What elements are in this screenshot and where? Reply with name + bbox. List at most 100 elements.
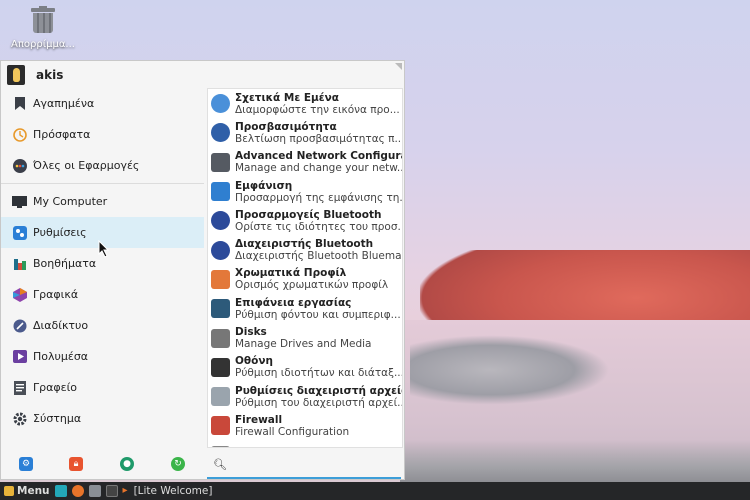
- app-item[interactable]: Επιφάνεια εργασίας Ρύθμιση φόντου και συμ…: [208, 294, 402, 323]
- app-title: Σχετικά Με Εμένα: [235, 91, 339, 104]
- app-item[interactable]: Disks Manage Drives and Media: [208, 323, 402, 352]
- quick-actions: ⚙ 🔒︎ ● ↻: [1, 453, 206, 477]
- show-desktop-icon[interactable]: [54, 485, 67, 497]
- app-description: Firewall Configuration: [235, 425, 350, 438]
- terminal-icon[interactable]: [105, 485, 118, 497]
- bluetooth-icon: [211, 211, 230, 231]
- app-item[interactable]: Advanced Network Configurati...Manage an…: [208, 148, 402, 177]
- desktop-trash[interactable]: Απορρίμμα...: [8, 6, 78, 50]
- monitor-icon: [12, 194, 27, 209]
- network-icon: [211, 152, 230, 172]
- search-icon: 🔍︎: [213, 457, 227, 471]
- category-divider: [1, 183, 204, 184]
- category-list: Αγαπημένα Πρόσφατα Όλες οι Εφαρμογές My …: [1, 88, 204, 434]
- file-manager-icon[interactable]: [88, 485, 101, 497]
- app-item[interactable]: Οθόνη Ρύθμιση ιδιοτήτων και διάταξ...: [208, 353, 402, 382]
- app-title: Ρυθμίσεις διαχειριστή αρχείων: [235, 384, 402, 397]
- app-description: Ορίστε τις ιδιότητες του προσ...: [235, 220, 402, 233]
- app-title: Χρωματικά Προφίλ: [235, 267, 347, 280]
- menu-button[interactable]: Menu: [4, 485, 50, 497]
- logout-icon[interactable]: ↻: [171, 457, 185, 471]
- taskbar-window-lite-welcome[interactable]: [Lite Welcome]: [134, 485, 213, 497]
- menu-logo-icon: [4, 486, 14, 496]
- disks-icon: [211, 328, 230, 348]
- welcome-app-icon: ▸: [122, 485, 128, 496]
- app-item[interactable]: Χρωματικά Προφίλ Ορισμός χρωματικών προφί…: [208, 265, 402, 294]
- internet-icon: [12, 318, 27, 333]
- app-description: Manage and change your netw...: [235, 162, 402, 175]
- app-description: Διαχειριστής Bluetooth Blueman: [235, 250, 402, 263]
- avatar: [7, 65, 25, 85]
- app-description: Διαμορφώστε την εικόνα προ...: [235, 103, 400, 116]
- app-item[interactable]: Προσβασιμότητα Βελτίωση προσβασιμότητας π…: [208, 118, 402, 147]
- search-input[interactable]: [231, 456, 385, 472]
- app-item[interactable]: Εμφάνιση Προσαρμογή της εμφάνισης τη...: [208, 177, 402, 206]
- gear-icon: [12, 411, 27, 426]
- user-row[interactable]: akis: [7, 64, 63, 86]
- category-system[interactable]: Σύστημα: [1, 403, 204, 434]
- desktop-trash-label: Απορρίμμα...: [11, 39, 75, 50]
- settings-icon: [12, 225, 27, 240]
- category-recent[interactable]: Πρόσφατα: [1, 119, 204, 150]
- app-description: Ρύθμιση του διαχειριστή αρχεί...: [235, 396, 402, 409]
- appearance-icon: [211, 182, 230, 202]
- category-graphics[interactable]: Γραφικά: [1, 279, 204, 310]
- lock-icon[interactable]: 🔒︎: [69, 457, 83, 471]
- taskbar: Menu ▸ [Lite Welcome]: [0, 482, 750, 500]
- app-list: Σχετικά Με Εμένα Διαμορφώστε την εικόνα π…: [207, 88, 403, 448]
- app-item[interactable]: Ρυθμίσεις διαχειριστή αρχείων Ρύθμιση του…: [208, 382, 402, 411]
- color-profile-icon: [211, 269, 230, 289]
- app-item[interactable]: Σχετικά Με Εμένα Διαμορφώστε την εικόνα π…: [208, 89, 402, 118]
- category-my-computer[interactable]: My Computer: [1, 186, 204, 217]
- app-description: Ορισμός χρωματικών προφίλ: [235, 279, 389, 292]
- app-description: Βελτίωση προσβασιμότητας π...: [235, 132, 402, 145]
- category-multimedia[interactable]: Πολυμέσα: [1, 341, 204, 372]
- category-internet[interactable]: Διαδίκτυο: [1, 310, 204, 341]
- app-title: Advanced Network Configurati...: [235, 150, 402, 163]
- desktop-icon: [211, 299, 230, 319]
- user-icon: [211, 94, 230, 114]
- app-description: Ρύθμιση φόντου και συμπεριφ...: [235, 308, 401, 321]
- menu-button-label: Menu: [17, 485, 50, 497]
- start-menu: akis Αγαπημένα Πρόσφατα Όλες οι Εφαρμογέ…: [0, 60, 405, 480]
- multimedia-icon: [12, 349, 27, 364]
- app-item[interactable]: Προσαρμογείς Bluetooth Ορίστε τις ιδιότητ…: [208, 206, 402, 235]
- office-icon: [12, 380, 27, 395]
- trash-icon: [30, 6, 56, 34]
- app-title: Disks: [235, 326, 267, 339]
- accessibility-icon: [211, 123, 230, 143]
- firewall-icon: [211, 445, 230, 447]
- app-item[interactable]: Firewall Firewall Configuration: [208, 411, 402, 440]
- user-name: akis: [36, 68, 64, 82]
- search-bar: 🔍︎: [207, 451, 401, 479]
- app-description: Ρύθμιση ιδιοτήτων και διάταξ...: [235, 367, 402, 380]
- mouse-cursor-icon: [98, 240, 110, 258]
- wallpaper-shore: [410, 335, 610, 405]
- app-title: Διαχειριστής Bluetooth: [235, 238, 374, 251]
- category-all-apps[interactable]: Όλες οι Εφαρμογές: [1, 150, 204, 181]
- file-manager-icon: [211, 387, 230, 407]
- clock-icon: [12, 127, 27, 142]
- app-title: Επιφάνεια εργασίας: [235, 296, 352, 309]
- graphics-icon: [12, 287, 27, 302]
- app-item[interactable]: Firewall Configuration: [208, 441, 402, 447]
- app-description: Προσαρμογή της εμφάνισης τη...: [235, 191, 402, 204]
- bluetooth-icon: [211, 240, 230, 260]
- app-title: Προσβασιμότητα: [235, 120, 337, 133]
- apps-icon: [12, 158, 27, 173]
- wallpaper-grass: [400, 440, 750, 485]
- category-favorites[interactable]: Αγαπημένα: [1, 88, 204, 119]
- app-title: Οθόνη: [235, 355, 273, 368]
- category-office[interactable]: Γραφείο: [1, 372, 204, 403]
- settings-shortcut-icon[interactable]: ⚙: [19, 457, 33, 471]
- app-title: Firewall: [235, 413, 283, 426]
- app-title: Προσαρμογείς Bluetooth: [235, 208, 382, 221]
- resize-corner-icon[interactable]: [395, 63, 402, 70]
- app-item[interactable]: Διαχειριστής Bluetooth Διαχειριστής Bluet…: [208, 235, 402, 264]
- app-title: Εμφάνιση: [235, 179, 293, 192]
- firewall-icon: [211, 416, 230, 436]
- display-icon: [211, 357, 230, 377]
- user-switch-icon[interactable]: ●: [120, 457, 134, 471]
- accessories-icon: [12, 256, 27, 271]
- firefox-icon[interactable]: [71, 485, 84, 497]
